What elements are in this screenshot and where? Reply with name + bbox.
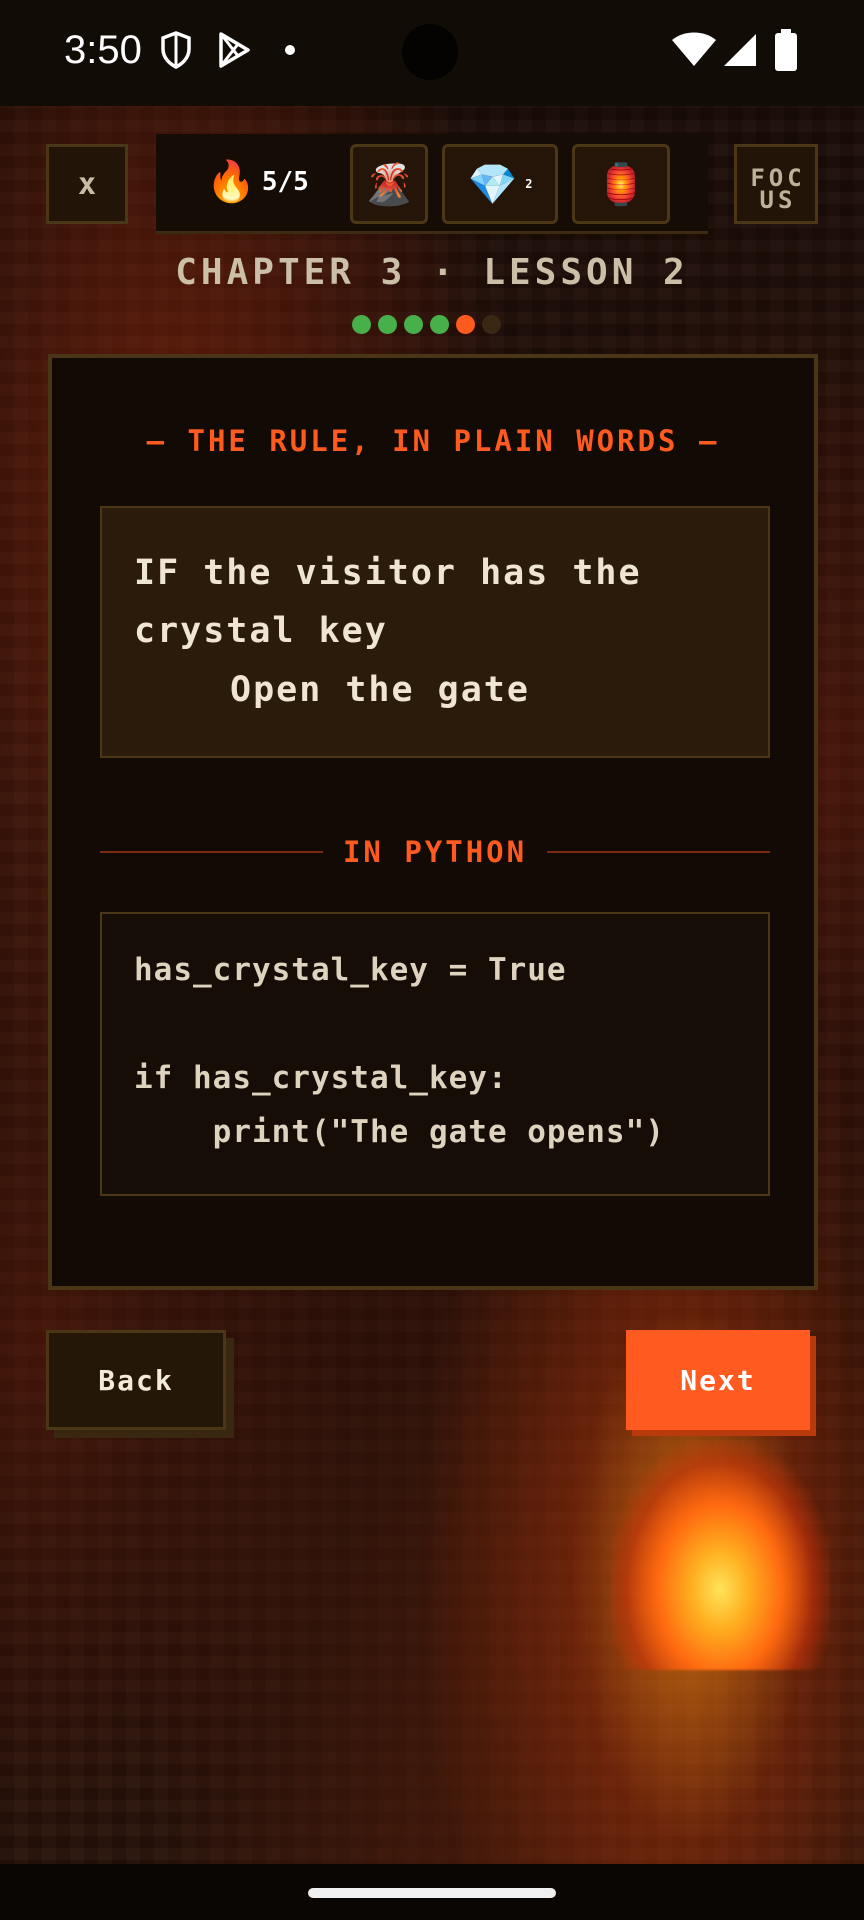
plain-rule-box: IF the visitor has the crystal key Open … <box>100 506 770 758</box>
status-bar: 3:50 <box>0 0 864 106</box>
inventory-slot-volcano[interactable]: 🌋 <box>350 144 428 224</box>
rule-action: Open the gate <box>230 670 530 710</box>
lantern-icon: 🏮 <box>596 161 646 208</box>
progress-dot-complete <box>404 315 423 334</box>
back-button-label: Back <box>98 1363 174 1397</box>
inventory-slot-gem[interactable]: 💎 2 <box>442 144 558 224</box>
code-block: has_crystal_key = True if has_crystal_ke… <box>100 912 770 1196</box>
gem-icon: 💎 <box>467 161 518 208</box>
status-time: 3:50 <box>64 28 142 72</box>
python-section-title: IN PYTHON <box>342 835 528 869</box>
rule-section-title: — THE RULE, IN PLAIN WORDS — <box>146 424 720 458</box>
front-camera <box>402 24 458 80</box>
progress-dot-complete <box>378 315 397 334</box>
streak-text: 5/5 <box>261 166 309 197</box>
back-button[interactable]: Back <box>46 1330 226 1430</box>
signal-icon <box>724 34 756 66</box>
inventory-slot-lantern[interactable]: 🏮 <box>572 144 670 224</box>
focus-label: FOCUS <box>750 164 806 214</box>
wifi-icon <box>672 32 716 66</box>
close-icon: x <box>77 166 97 202</box>
dot-icon <box>285 45 295 55</box>
chapter-lesson-title: CHAPTER 3 · LESSON 2 <box>175 252 689 293</box>
next-button-label: Next <box>680 1363 756 1397</box>
home-indicator[interactable] <box>308 1888 556 1898</box>
progress-dot-complete <box>430 315 449 334</box>
stats-panel: 🔥 5/5 🌋 💎 2 🏮 <box>156 134 708 234</box>
shield-icon <box>161 31 191 69</box>
progress-dot-current <box>456 315 475 334</box>
gem-count: 2 <box>525 177 533 191</box>
focus-button[interactable]: FOCUS <box>734 144 818 224</box>
rule-condition: IF the visitor has the crystal key <box>134 553 642 651</box>
divider-line <box>547 851 771 853</box>
next-button[interactable]: Next <box>626 1330 810 1430</box>
lesson-progress-dots <box>352 315 501 334</box>
code-line: print("The gate opens") <box>134 1114 665 1150</box>
play-store-icon <box>219 32 250 68</box>
progress-dot-complete <box>352 315 371 334</box>
streak-counter: 🔥 5/5 <box>206 158 309 205</box>
divider-line <box>100 851 323 853</box>
campfire-flame <box>610 1440 830 1670</box>
code-line: if has_crystal_key: <box>134 1060 508 1096</box>
lesson-card: — THE RULE, IN PLAIN WORDS — IF the visi… <box>48 354 818 1290</box>
progress-dot-upcoming <box>482 315 501 334</box>
fire-icon: 🔥 <box>206 159 256 205</box>
battery-icon <box>775 29 797 71</box>
close-button[interactable]: x <box>46 144 128 224</box>
python-divider: IN PYTHON <box>100 832 771 872</box>
code-line: has_crystal_key = True <box>134 952 567 988</box>
volcano-icon: 🌋 <box>364 161 414 208</box>
